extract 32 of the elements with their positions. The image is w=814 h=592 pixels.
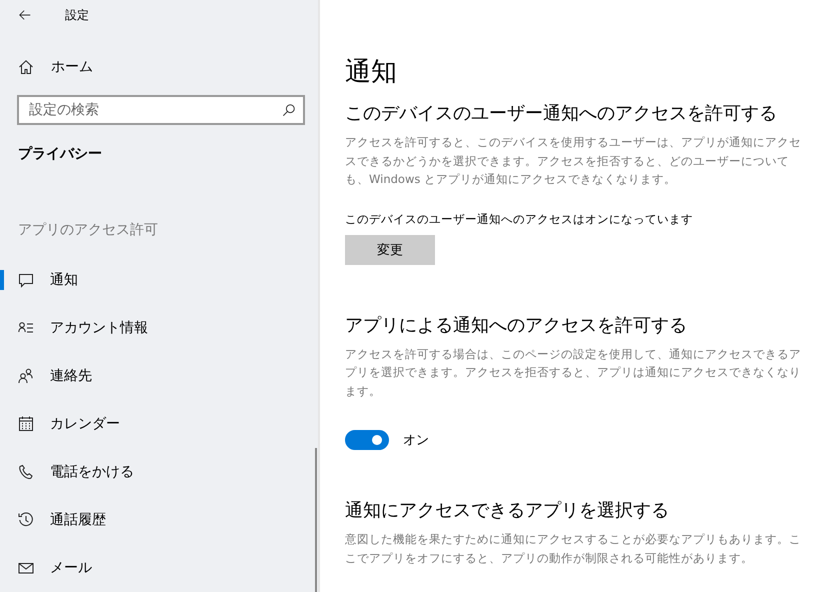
home-icon <box>18 59 34 75</box>
speech-bubble-icon <box>18 272 34 288</box>
sidebar-item[interactable]: アカウント情報 <box>0 304 318 352</box>
change-button[interactable]: 変更 <box>345 234 435 264</box>
search-field[interactable]: 設定の検索 <box>17 95 305 125</box>
section-description: アクセスを許可すると、このデバイスを使用するユーザーは、アプリが通知にアクセスできるかどうかを選択できます。アクセスを拒否すると、どのユーザーについても、Windows とアプリが通知にアクセスできなくなります。 <box>345 134 802 188</box>
history-icon <box>18 512 34 528</box>
toggle-label: オン <box>403 432 429 449</box>
window-title: 設定 <box>65 6 89 24</box>
sidebar-item[interactable]: 連絡先 <box>0 352 318 400</box>
sidebar-item[interactable]: 通知 <box>0 256 318 304</box>
section-description: 意図した機能を果たすために通知にアクセスすることが必要なアプリもあります。ここでアプリをオフにすると、アプリの動作が制限される可能性があります。 <box>345 531 802 566</box>
sidebar-item[interactable]: 電話をかける <box>0 448 318 496</box>
status-text: このデバイスのユーザー通知へのアクセスはオンになっています <box>345 212 694 226</box>
section-description: アクセスを許可する場合は、このページの設定を使用して、通知にアクセスできるアプリを選択できます。アクセスを拒否すると、アプリは通知にアクセスできなくなります。 <box>345 346 802 400</box>
toggle-switch[interactable] <box>345 430 389 450</box>
section-heading: 通知にアクセスできるアプリを選択する <box>345 499 670 522</box>
category-heading: プライバシー <box>18 145 103 163</box>
home-link[interactable]: ホーム <box>18 52 93 82</box>
people-icon <box>18 368 34 384</box>
sidebar-item[interactable]: メール <box>0 544 318 592</box>
group-label: アプリのアクセス許可 <box>18 221 159 239</box>
section-heading: アプリによる通知へのアクセスを許可する <box>345 314 688 336</box>
mail-icon <box>18 560 34 576</box>
sidebar-item[interactable]: 通話履歴 <box>0 496 318 544</box>
phone-icon <box>18 464 34 480</box>
section-heading: このデバイスのユーザー通知へのアクセスを許可する <box>345 102 778 125</box>
sidebar-item[interactable]: カレンダー <box>0 400 318 448</box>
back-icon <box>18 8 32 22</box>
search-icon <box>282 103 296 117</box>
calendar-icon <box>18 416 34 432</box>
page-title: 通知 <box>345 56 398 89</box>
